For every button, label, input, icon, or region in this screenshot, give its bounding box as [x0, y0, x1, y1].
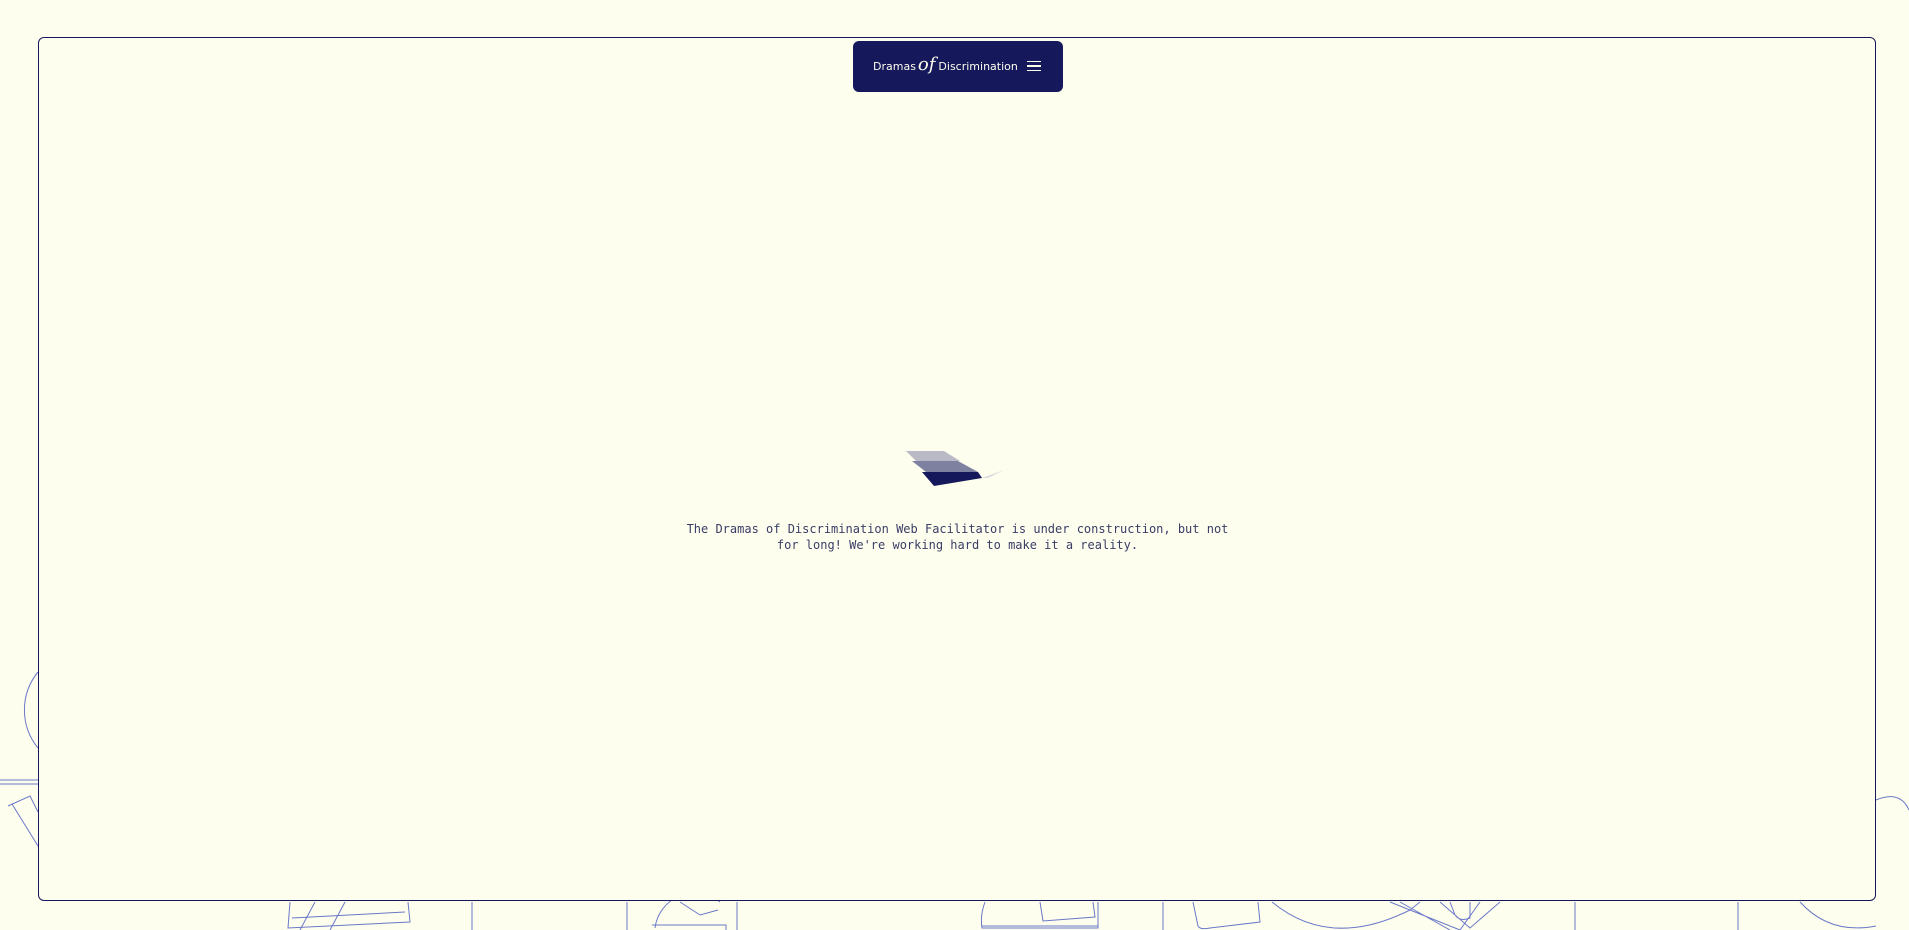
bg-shape-bottom-9 — [1271, 901, 1501, 930]
bg-shape-bottom-1b — [291, 901, 406, 930]
top-nav-bar: Dramas of Discrimination — [853, 41, 1063, 92]
under-construction-message: The Dramas of Discrimination Web Facilit… — [686, 522, 1229, 552]
bg-arc-right-bottom — [1799, 901, 1877, 929]
brand-logo-link[interactable]: Dramas of Discrimination — [873, 54, 1018, 77]
bg-shape-bottom-8 — [1192, 901, 1261, 930]
bg-lines-left — [0, 779, 38, 785]
bg-arc-right — [1875, 796, 1909, 811]
bg-shape-left — [7, 795, 39, 847]
stacked-planes-loader-icon — [906, 451, 1004, 486]
bg-lines-bottom-10 — [1574, 902, 1739, 930]
bg-shape-bottom-6 — [980, 901, 1099, 929]
brand-prefix: Dramas — [873, 60, 916, 73]
brand-of: of — [917, 54, 936, 75]
brand-suffix: Discrimination — [938, 60, 1018, 73]
bg-arc-left — [24, 671, 39, 749]
hamburger-menu-icon[interactable] — [1027, 58, 1043, 74]
